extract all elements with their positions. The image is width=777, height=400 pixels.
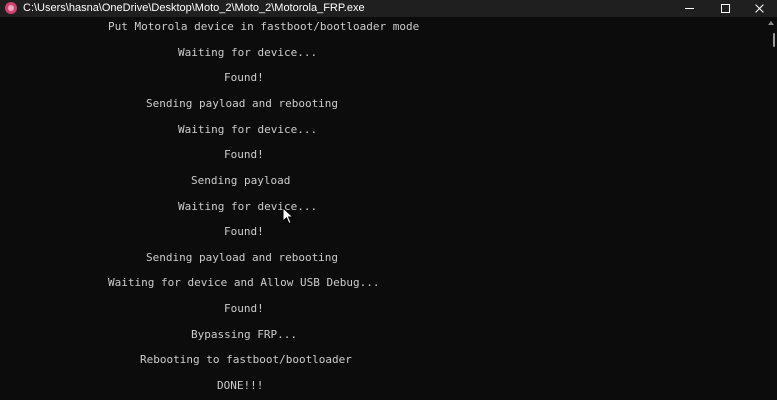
- console-line: Rebooting to fastboot/bootloader: [140, 353, 352, 366]
- console-line: Found!: [224, 71, 264, 84]
- console-line: Waiting for device...: [178, 123, 318, 136]
- console-line: Sending payload and rebooting: [146, 251, 339, 264]
- console-line: Sending payload: [191, 174, 291, 187]
- console-line: Found!: [224, 302, 264, 315]
- window-title: C:\Users\hasna\OneDrive\Desktop\Moto_2\M…: [23, 2, 365, 14]
- console-window: C:\Users\hasna\OneDrive\Desktop\Moto_2\M…: [0, 0, 777, 400]
- console-line: Found!: [224, 225, 264, 238]
- vertical-scrollbar[interactable]: [765, 17, 777, 400]
- console-line: Found!: [224, 148, 264, 161]
- mouse-pointer-icon: [282, 207, 295, 225]
- scroll-up-arrow-icon[interactable]: [768, 21, 774, 25]
- console-line: Waiting for device...: [178, 200, 318, 213]
- close-button[interactable]: [736, 0, 777, 17]
- console-line: Put Motorola device in fastboot/bootload…: [108, 20, 420, 33]
- console-output[interactable]: Put Motorola device in fastboot/bootload…: [0, 17, 765, 400]
- minimize-icon: [684, 8, 694, 9]
- close-icon: [754, 3, 765, 14]
- title-bar[interactable]: C:\Users\hasna\OneDrive\Desktop\Moto_2\M…: [0, 0, 777, 17]
- console-line: Waiting for device and Allow USB Debug..…: [108, 276, 380, 289]
- console-line: Waiting for device...: [178, 46, 318, 59]
- console-line: DONE!!!: [217, 379, 264, 392]
- scrollbar-thumb[interactable]: [773, 33, 775, 47]
- console-line: Bypassing FRP...: [191, 328, 297, 341]
- motorola-app-icon[interactable]: [5, 2, 17, 14]
- console-line: Sending payload and rebooting: [146, 97, 339, 110]
- maximize-icon: [720, 4, 730, 13]
